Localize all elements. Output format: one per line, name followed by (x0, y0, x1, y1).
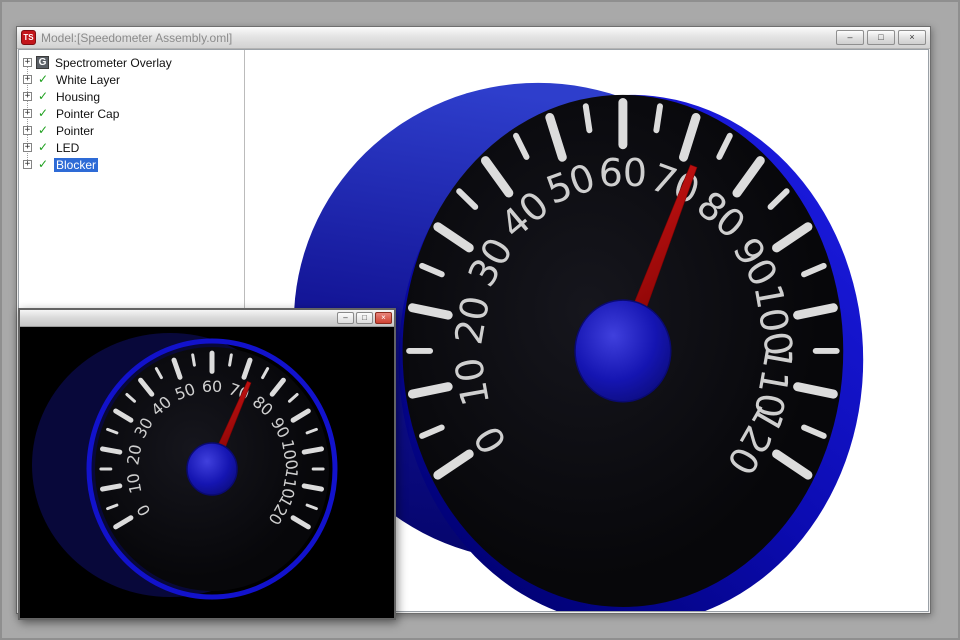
window-controls: – □ × (836, 30, 926, 45)
gauge-tick (586, 106, 590, 130)
gauge-number: 20 (446, 293, 498, 348)
expand-icon[interactable]: + (23, 126, 32, 135)
render-close-button[interactable]: × (375, 312, 392, 324)
gauge-number: 60 (202, 377, 222, 396)
tree-item-white-layer[interactable]: + White Layer (19, 71, 244, 88)
maximize-button[interactable]: □ (867, 30, 895, 45)
gauge-number: 60 (599, 151, 647, 195)
render-maximize-button[interactable]: □ (356, 312, 373, 324)
tree-item-led[interactable]: + LED (19, 139, 244, 156)
expand-icon[interactable]: + (23, 58, 32, 67)
gauge-tick (304, 449, 321, 452)
expand-icon[interactable]: + (23, 143, 32, 152)
check-icon (36, 158, 50, 171)
gauge-tick (230, 355, 232, 365)
tree-item-label[interactable]: Spectrometer Overlay (53, 56, 174, 70)
expand-icon[interactable]: + (23, 160, 32, 169)
tree-item-spectrometer-overlay[interactable]: + G Spectrometer Overlay (19, 54, 244, 71)
expand-icon[interactable]: + (23, 92, 32, 101)
speedometer-render-view: 0102030405060708090100110120 (20, 327, 394, 618)
title-bar[interactable]: TS Model:[Speedometer Assembly.oml] – □ … (17, 27, 930, 49)
tree-item-label[interactable]: LED (54, 141, 81, 155)
desktop: TS Model:[Speedometer Assembly.oml] – □ … (0, 0, 960, 640)
check-icon (36, 90, 50, 103)
expand-icon[interactable]: + (23, 75, 32, 84)
tree-item-blocker[interactable]: + Blocker (19, 156, 244, 173)
check-icon (36, 124, 50, 137)
tree-item-pointer-cap[interactable]: + Pointer Cap (19, 105, 244, 122)
expand-icon[interactable]: + (23, 109, 32, 118)
tree-item-pointer[interactable]: + Pointer (19, 122, 244, 139)
gauge-tick (103, 486, 120, 489)
check-icon (36, 73, 50, 86)
gauge-tick (304, 486, 321, 489)
gauge-number: 10 (123, 472, 145, 495)
app-logo-icon: TS (21, 30, 36, 45)
tree-item-label[interactable]: Pointer (54, 124, 96, 138)
gauge-hub (187, 443, 237, 495)
render-preview-window: – □ × 0102030405060708090100110120 (18, 308, 396, 620)
gauge-hub (575, 300, 671, 402)
tree-item-label[interactable]: Pointer Cap (54, 107, 121, 121)
tree-item-housing[interactable]: + Housing (19, 88, 244, 105)
gauge-tick (193, 355, 195, 365)
gauge-tick (103, 449, 120, 452)
overlay-icon: G (36, 56, 49, 69)
render-window-title-bar[interactable]: – □ × (20, 310, 394, 327)
tree-item-label[interactable]: White Layer (54, 73, 122, 87)
tree-item-label[interactable]: Housing (54, 90, 102, 104)
render-preview-content: 0102030405060708090100110120 (20, 327, 394, 618)
minimize-button[interactable]: – (836, 30, 864, 45)
render-minimize-button[interactable]: – (337, 312, 354, 324)
check-icon (36, 141, 50, 154)
gauge-number: 10 (446, 354, 498, 409)
close-button[interactable]: × (898, 30, 926, 45)
tree-item-label-selected[interactable]: Blocker (54, 158, 98, 172)
gauge-number: 20 (123, 443, 145, 466)
window-title: Model:[Speedometer Assembly.oml] (41, 31, 232, 45)
gauge-tick (656, 106, 660, 130)
check-icon (36, 107, 50, 120)
